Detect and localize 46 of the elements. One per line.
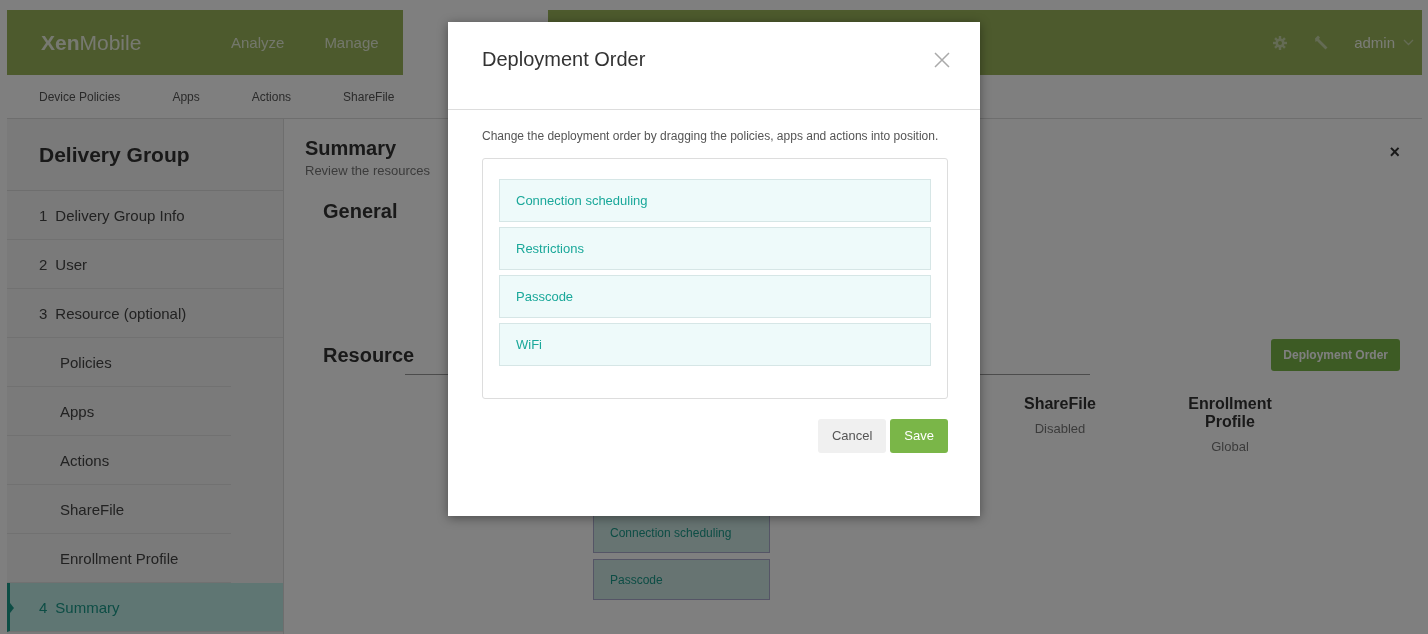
sidebar-step[interactable]: 1 Delivery Group Info (7, 191, 283, 240)
dialog-description: Change the deployment order by dragging the policies, apps and actions into position. (482, 128, 940, 145)
pointer-icon (10, 603, 14, 613)
page-subtitle: Review the resources (305, 163, 430, 178)
draggable-item[interactable]: Passcode (499, 274, 931, 318)
cancel-button[interactable]: Cancel (817, 418, 887, 453)
draggable-item[interactable]: WiFi (499, 322, 931, 366)
step-label: Summary (55, 598, 120, 616)
resource-type-heading: ShareFile (1023, 395, 1097, 413)
step-label: User (55, 255, 87, 273)
settings-icon[interactable] (1272, 34, 1289, 51)
sub-nav-link[interactable]: Device Policies (39, 89, 121, 104)
resource-type-value: Global (1210, 439, 1250, 454)
step-number: 4 (39, 598, 48, 616)
resource-item: Passcode (593, 559, 770, 600)
draggable-item[interactable]: Restrictions (499, 226, 931, 270)
deployment-order-button[interactable]: Deployment Order (1271, 339, 1400, 371)
dialog-title: Deployment Order (482, 48, 646, 71)
sidebar-step[interactable]: 3 Resource (optional) (7, 289, 283, 338)
sidebar-step[interactable]: 2 User (7, 240, 283, 289)
logo: XenMobile (40, 30, 143, 55)
sidebar-title: Delivery Group (7, 119, 283, 191)
chevron-down-icon (1403, 39, 1414, 46)
close-button[interactable]: × (1389, 141, 1400, 163)
sidebar-substep[interactable]: Actions (7, 436, 231, 485)
sub-nav-link[interactable]: Apps (172, 89, 200, 104)
page-title: Summary (305, 137, 398, 160)
sidebar-substep[interactable]: Apps (7, 387, 231, 436)
draggable-item[interactable]: Connection scheduling (499, 178, 931, 222)
resource-type-heading: Enrollment Profile (1187, 395, 1273, 431)
step-number: 3 (39, 304, 48, 322)
save-button[interactable]: Save (890, 418, 948, 453)
sub-nav-link[interactable]: ShareFile (343, 89, 395, 104)
step-label: Resource (optional) (55, 304, 187, 322)
sidebar-step[interactable]: 4 Summary (7, 583, 283, 632)
step-number: 1 (39, 206, 48, 224)
close-icon[interactable] (934, 51, 950, 68)
sidebar-substep[interactable]: ShareFile (7, 485, 231, 534)
wrench-icon[interactable] (1312, 33, 1331, 52)
sidebar-substep[interactable]: Policies (7, 338, 231, 387)
resource-type-value: Disabled (1033, 421, 1087, 436)
step-label: Delivery Group Info (55, 206, 185, 224)
section-heading: General (323, 200, 398, 223)
sub-nav-link[interactable]: Actions (251, 89, 292, 104)
section-heading: Resource (323, 343, 415, 367)
step-number: 2 (39, 255, 48, 273)
